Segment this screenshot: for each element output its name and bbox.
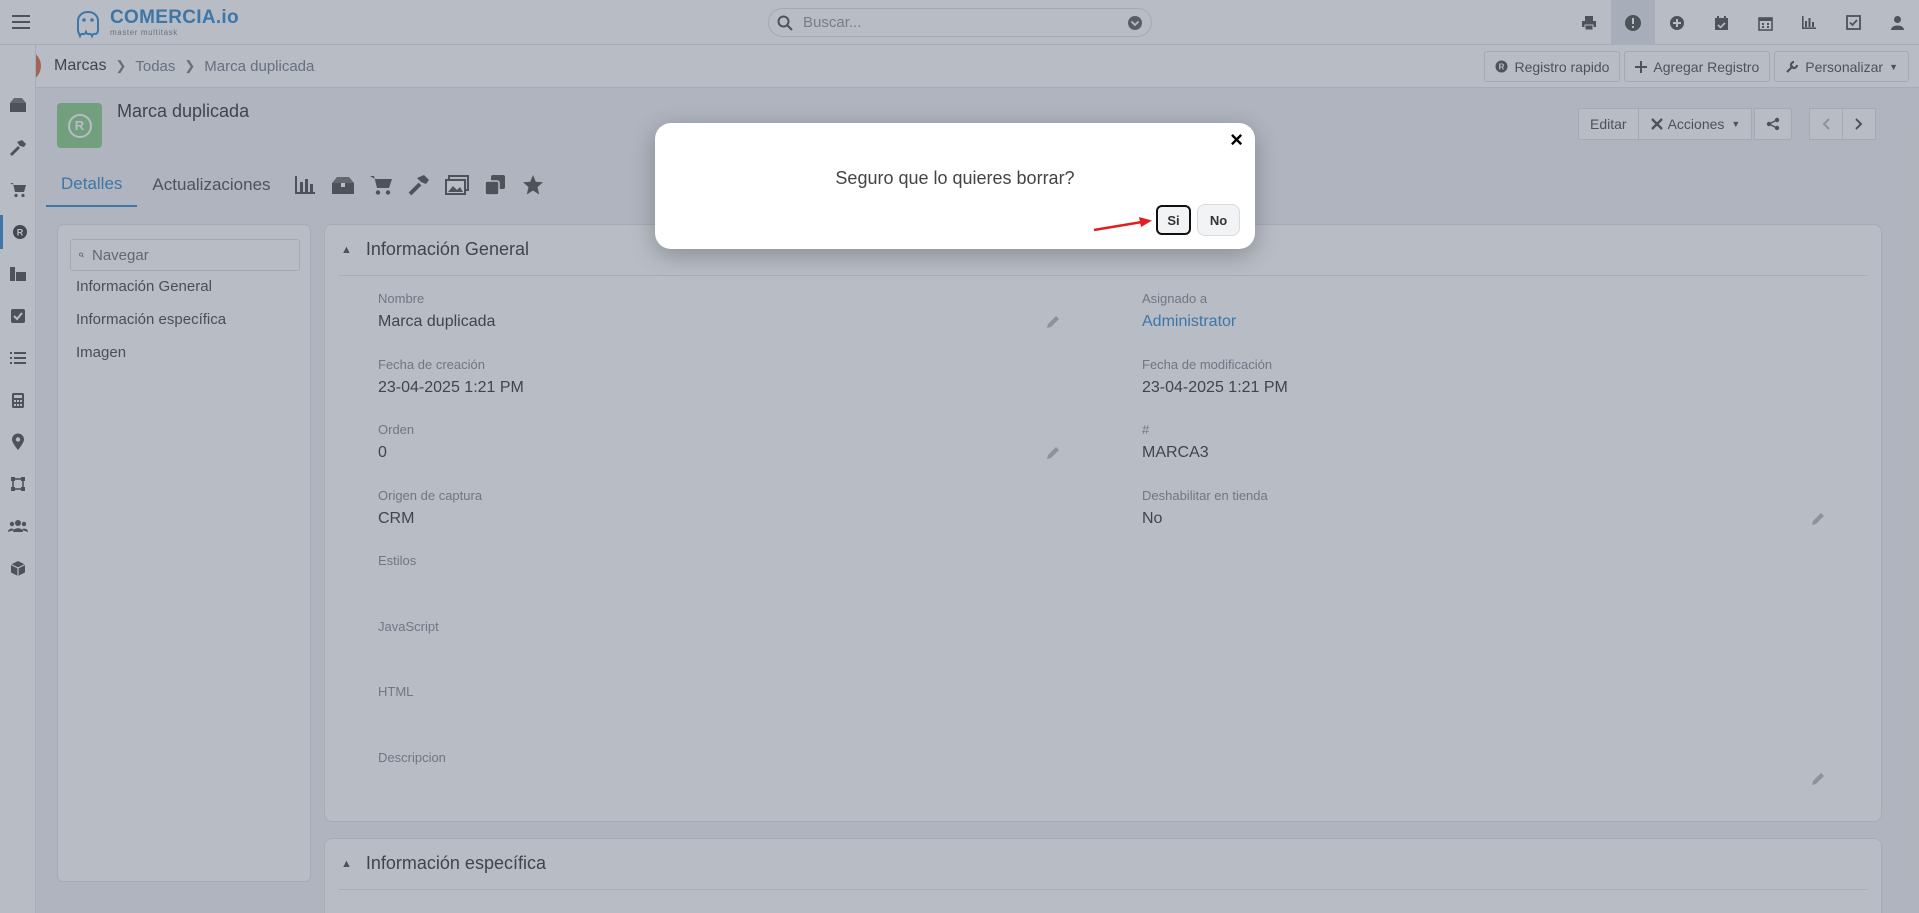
delete-confirm-dialog: × Seguro que lo quieres borrar? Si No xyxy=(655,123,1255,249)
annotation-arrow-icon xyxy=(1093,217,1152,232)
close-icon[interactable]: × xyxy=(1230,129,1243,151)
confirm-no-button[interactable]: No xyxy=(1197,204,1240,236)
dialog-message: Seguro que lo quieres borrar? xyxy=(835,168,1075,188)
confirm-yes-button[interactable]: Si xyxy=(1156,205,1191,235)
